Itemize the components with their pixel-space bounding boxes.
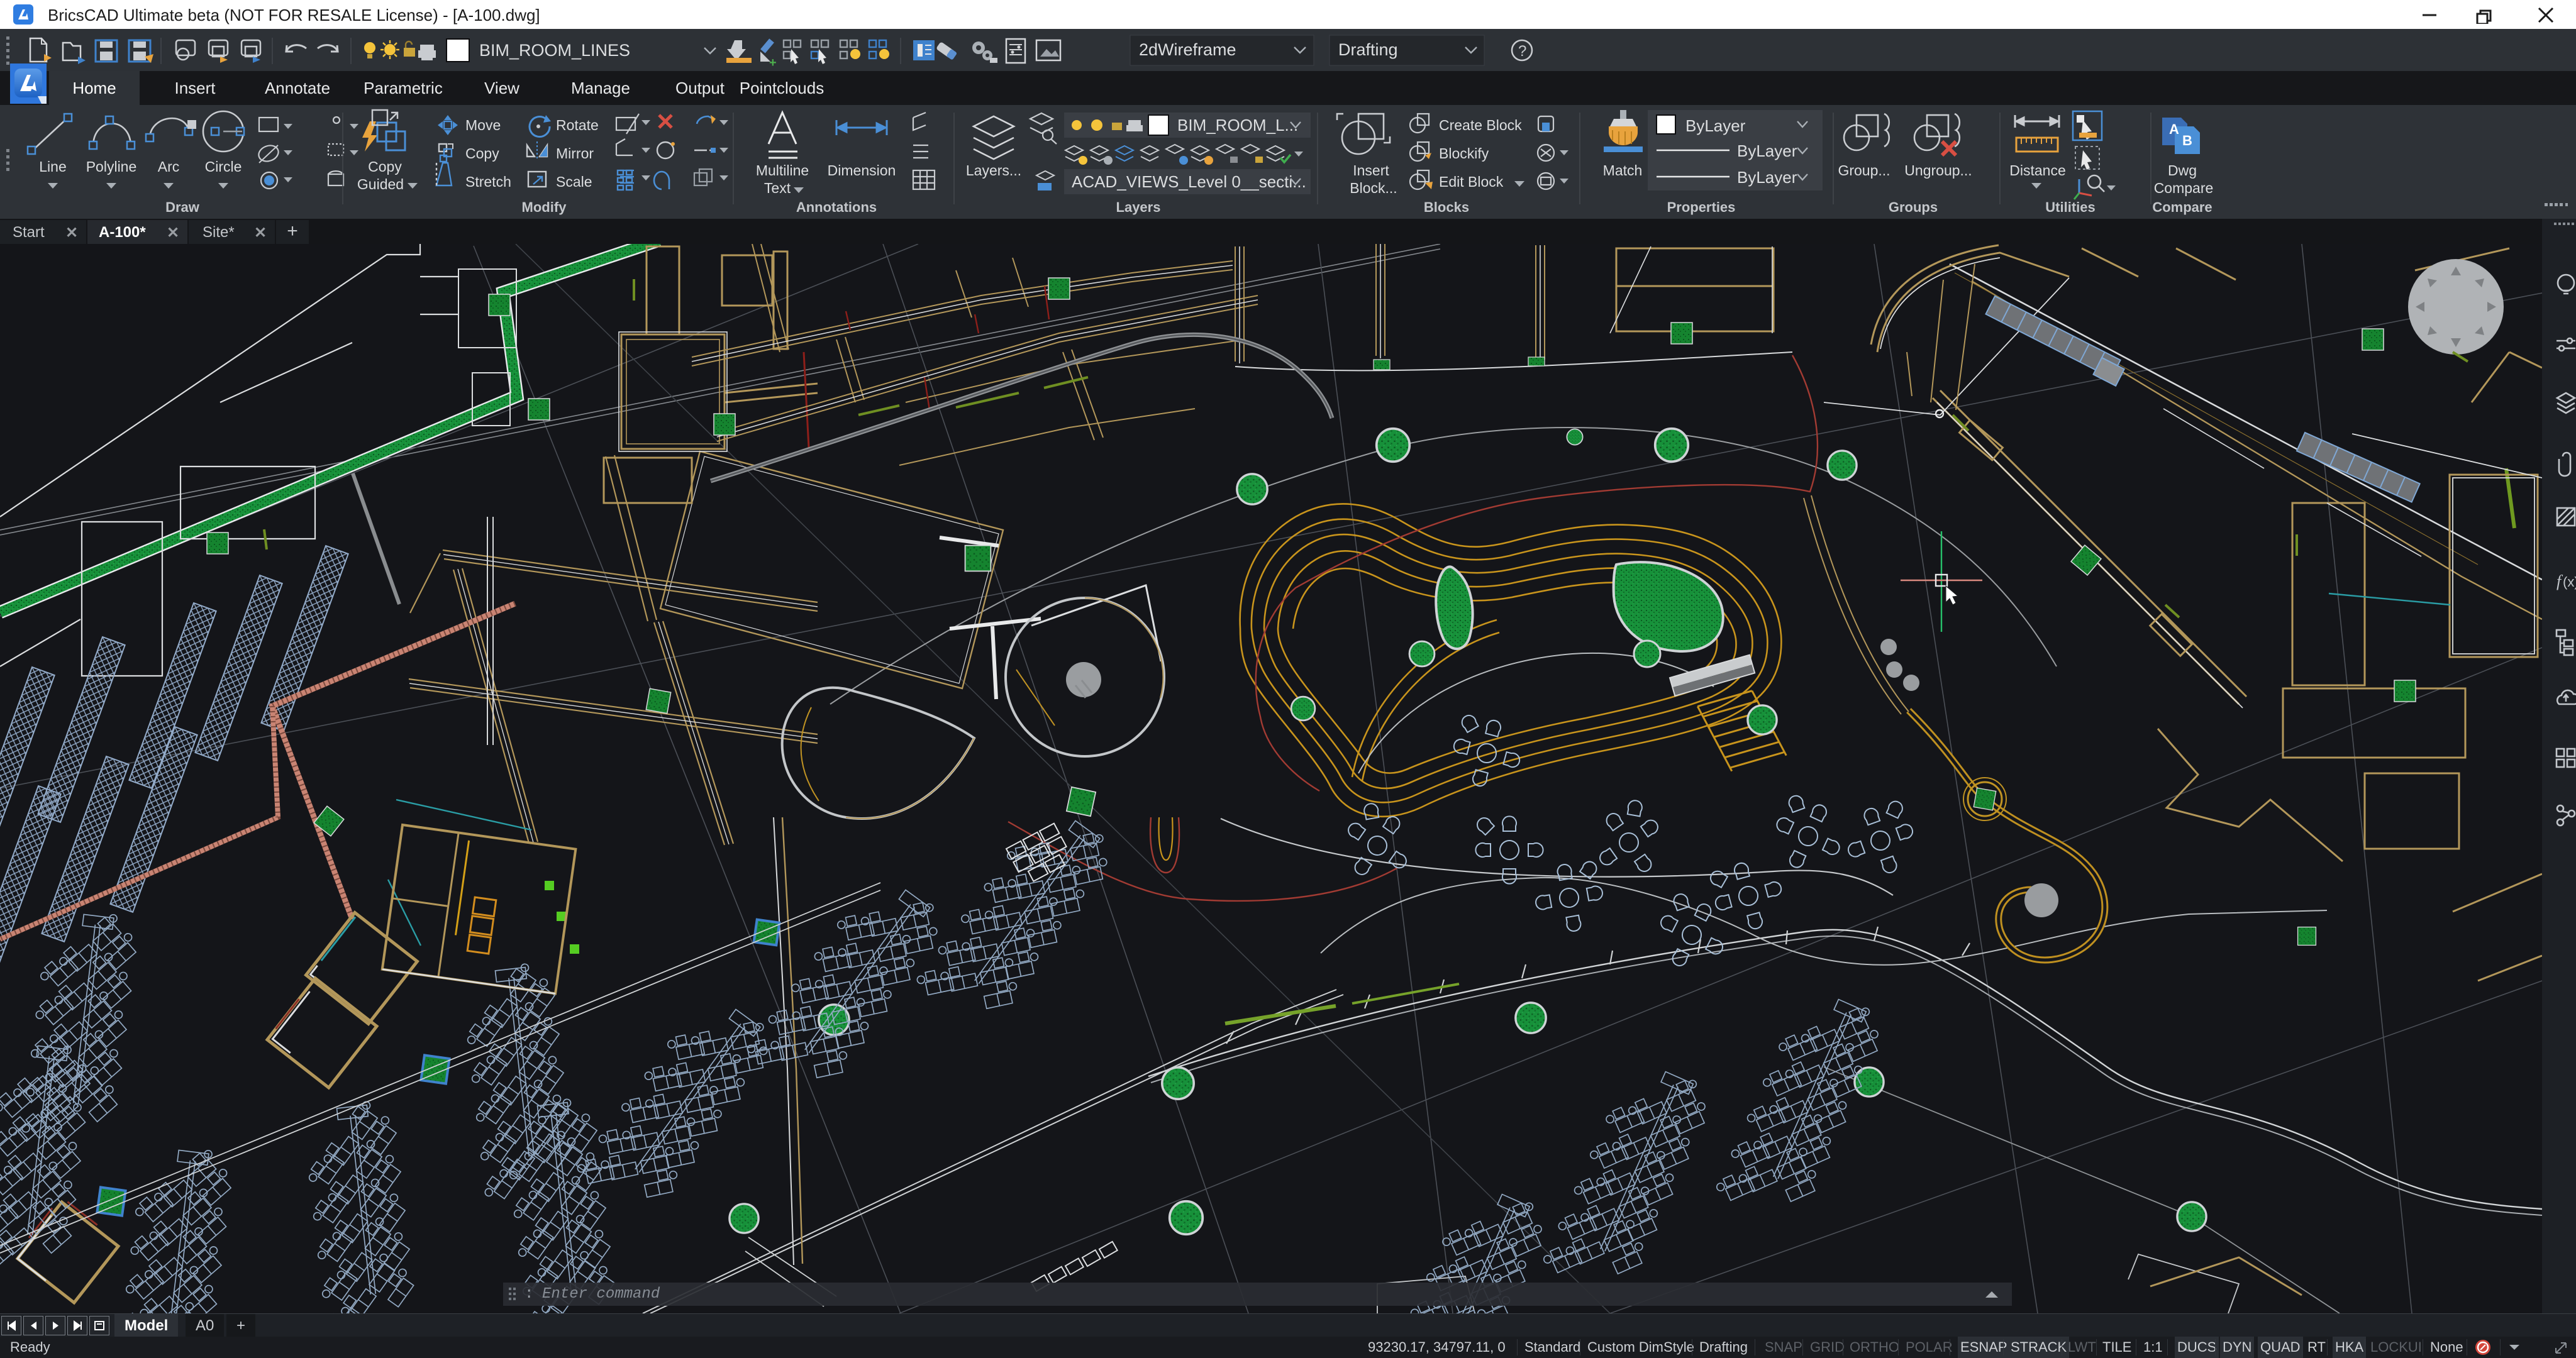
svg-text:Layers: Layers bbox=[1116, 199, 1161, 215]
svg-text:Draw: Draw bbox=[165, 199, 200, 215]
svg-text:Match: Match bbox=[1603, 162, 1643, 179]
svg-text:Modify: Modify bbox=[522, 199, 567, 215]
svg-text:Distance: Distance bbox=[2009, 162, 2065, 179]
svg-text:Arc: Arc bbox=[158, 158, 180, 175]
svg-text:2dWireframe: 2dWireframe bbox=[1139, 40, 1236, 59]
svg-text:ByLayer: ByLayer bbox=[1737, 168, 1797, 187]
svg-text:+: + bbox=[769, 56, 777, 70]
svg-text:Guided: Guided bbox=[357, 176, 404, 192]
svg-text:Multiline: Multiline bbox=[756, 162, 809, 179]
svg-text:Create Block: Create Block bbox=[1439, 117, 1522, 133]
svg-text:Circle: Circle bbox=[205, 158, 242, 175]
svg-text:Copy: Copy bbox=[465, 145, 499, 162]
svg-text:BIM_ROOM_L...: BIM_ROOM_L... bbox=[1177, 116, 1298, 135]
svg-text:Line: Line bbox=[39, 158, 66, 175]
svg-text:Text: Text bbox=[764, 180, 791, 196]
svg-text:ByLayer: ByLayer bbox=[1685, 116, 1746, 135]
svg-text:?: ? bbox=[1518, 43, 1526, 60]
svg-text:Move: Move bbox=[465, 117, 501, 133]
svg-text:B: B bbox=[2182, 133, 2192, 148]
svg-text:Stretch: Stretch bbox=[465, 174, 511, 190]
svg-text:Compare: Compare bbox=[2154, 180, 2214, 196]
svg-text:BIM_ROOM_LINES: BIM_ROOM_LINES bbox=[479, 41, 630, 60]
svg-text:(x): (x) bbox=[2563, 574, 2576, 590]
svg-text:Annotations: Annotations bbox=[796, 199, 877, 215]
svg-text:Polyline: Polyline bbox=[86, 158, 137, 175]
svg-text:Scale: Scale bbox=[556, 174, 592, 190]
svg-text:Blocks: Blocks bbox=[1424, 199, 1469, 215]
svg-text:Groups: Groups bbox=[1889, 199, 1938, 215]
svg-text:Mirror: Mirror bbox=[556, 145, 594, 162]
svg-text:Utilities: Utilities bbox=[2045, 199, 2095, 215]
svg-text:Drafting: Drafting bbox=[1338, 40, 1398, 59]
svg-text:Copy: Copy bbox=[368, 158, 402, 175]
svg-text:Layers...: Layers... bbox=[966, 162, 1021, 179]
svg-text:A: A bbox=[2169, 121, 2179, 137]
svg-text:Blockify: Blockify bbox=[1439, 145, 1489, 162]
svg-text:Compare: Compare bbox=[2152, 199, 2212, 215]
svg-text:Properties: Properties bbox=[1667, 199, 1736, 215]
svg-text:Dimension: Dimension bbox=[828, 162, 896, 179]
svg-text:Group...: Group... bbox=[1838, 162, 1890, 179]
svg-text:ACAD_VIEWS_Level 0__secti...: ACAD_VIEWS_Level 0__secti... bbox=[1072, 172, 1306, 191]
svg-text:Ungroup...: Ungroup... bbox=[1904, 162, 1972, 179]
svg-text:Edit Block: Edit Block bbox=[1439, 174, 1504, 190]
svg-text:Rotate: Rotate bbox=[556, 117, 599, 133]
svg-text:Dwg: Dwg bbox=[2168, 162, 2197, 179]
svg-text:Block...: Block... bbox=[1350, 180, 1397, 196]
svg-text:Insert: Insert bbox=[1353, 162, 1389, 179]
svg-text:ByLayer: ByLayer bbox=[1737, 141, 1797, 160]
